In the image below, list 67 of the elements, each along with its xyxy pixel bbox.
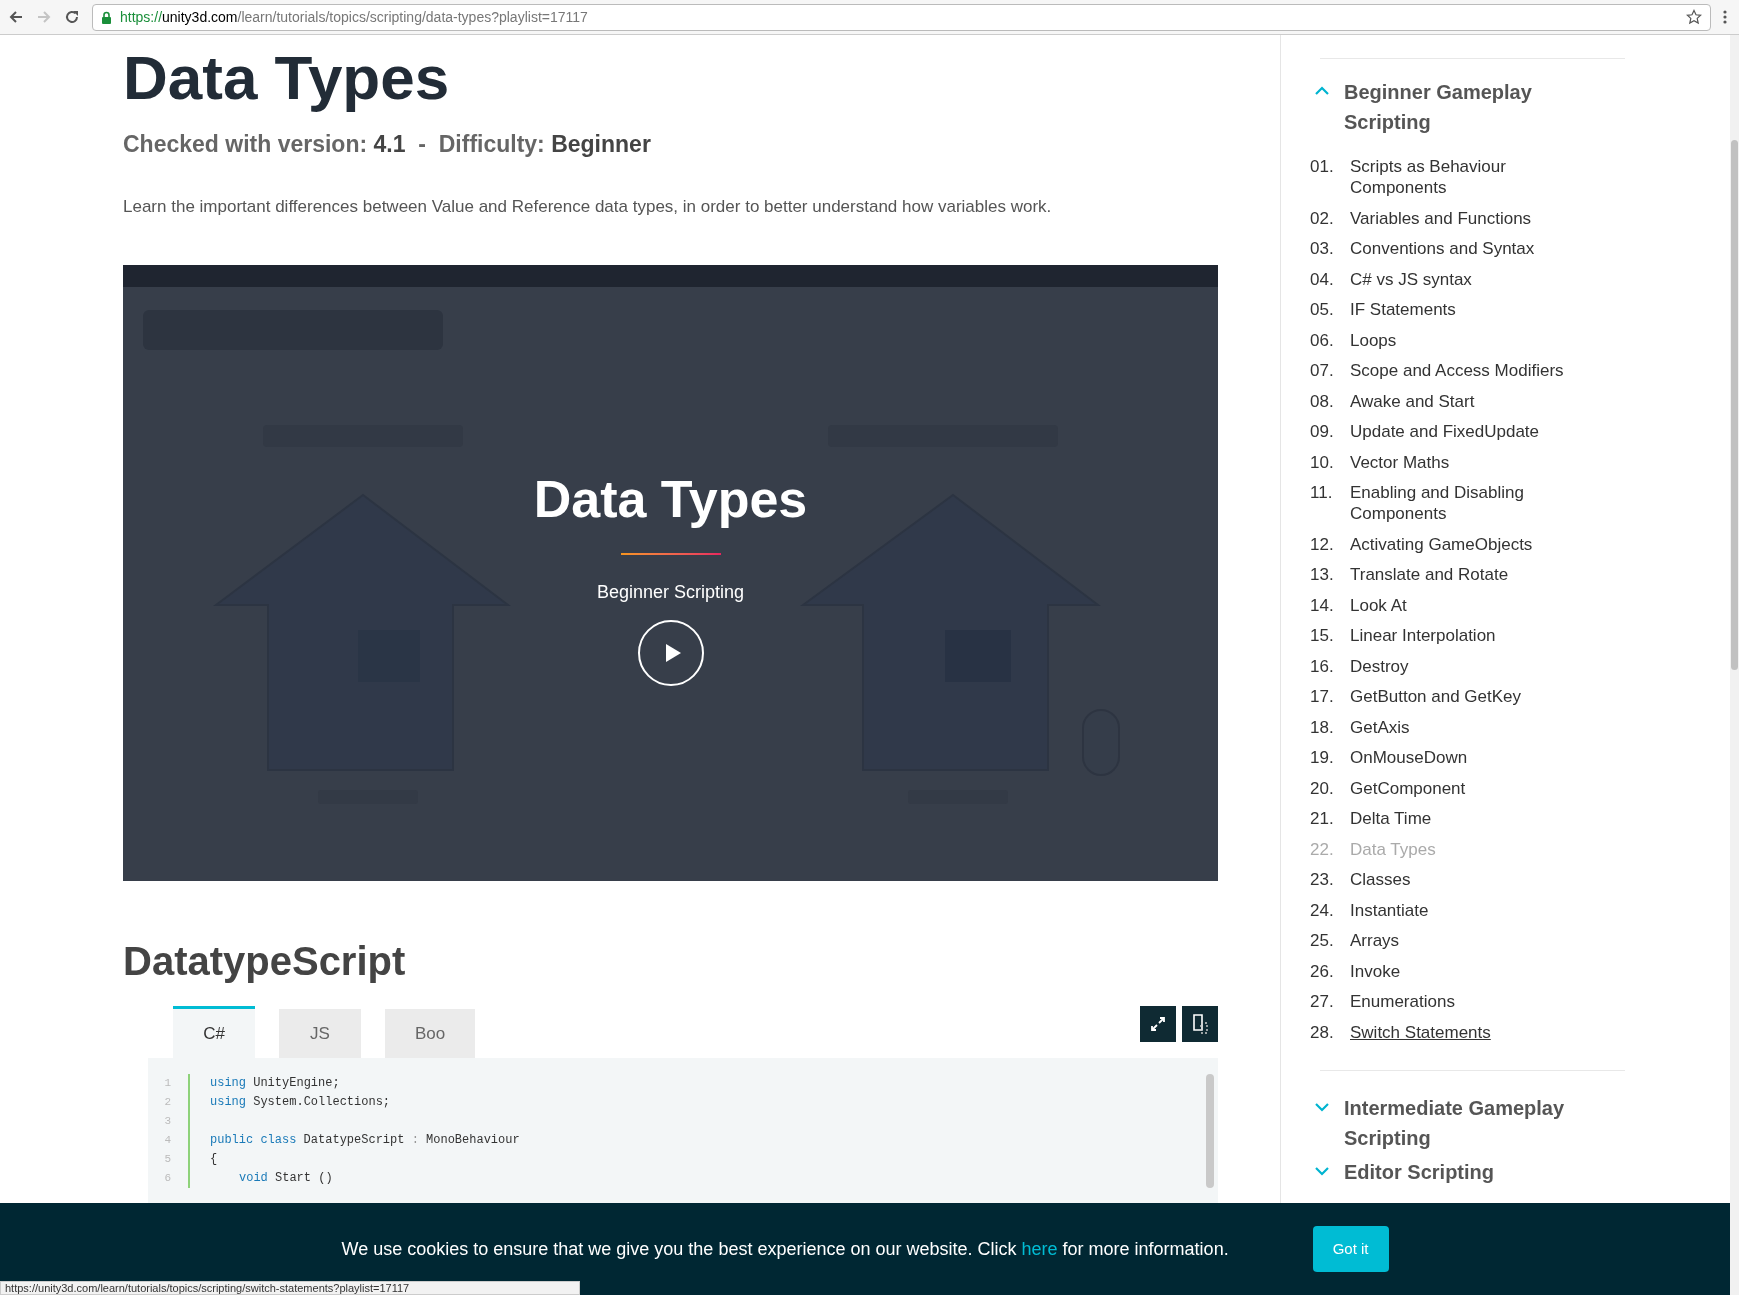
- code-line: {: [210, 1152, 218, 1166]
- lesson-link[interactable]: 20. GetComponent: [1310, 777, 1625, 799]
- reload-icon[interactable]: [64, 9, 80, 25]
- description: Learn the important differences between Value and Reference data types, in order to better understand how variables work.: [123, 195, 1053, 218]
- chevron-down-icon: [1314, 1102, 1330, 1112]
- code-scrollbar[interactable]: [1206, 1074, 1214, 1188]
- lesson-link[interactable]: 07. Scope and Access Modifiers: [1310, 360, 1625, 381]
- play-icon: [663, 643, 682, 663]
- lesson-link[interactable]: 19. OnMouseDown: [1310, 747, 1625, 768]
- lesson-link[interactable]: 16. Destroy: [1310, 655, 1625, 677]
- back-icon[interactable]: [8, 9, 24, 25]
- lock-icon: [101, 10, 112, 24]
- line-number: 5: [163, 1152, 171, 1167]
- lesson-link[interactable]: 28. Switch Statements: [1310, 1021, 1625, 1043]
- video-subtitle: Beginner Scripting: [596, 581, 745, 604]
- language-tab[interactable]: C#: [173, 1006, 255, 1058]
- menu-icon[interactable]: [1723, 9, 1727, 25]
- line-number: 4: [163, 1133, 171, 1148]
- lesson-link[interactable]: 05. IF Statements: [1310, 299, 1625, 320]
- lesson-link[interactable]: 11. Enabling and Disabling Components: [1310, 482, 1625, 524]
- chevron-down-icon: [1314, 1166, 1330, 1176]
- line-number: 3: [163, 1114, 171, 1129]
- section-toggle[interactable]: Intermediate Gameplay Scripting: [1310, 1093, 1589, 1153]
- code-line: void Start (): [238, 1171, 333, 1185]
- line-number: 1: [163, 1076, 171, 1091]
- lesson-link[interactable]: 17. GetButton and GetKey: [1310, 686, 1625, 707]
- address-bar[interactable]: https://unity3d.com/learn/tutorials/topics/scripting/data-types?playlist=17117: [92, 3, 1711, 31]
- lesson-link[interactable]: 08. Awake and Start: [1310, 390, 1625, 412]
- document-icon: [1192, 1014, 1208, 1034]
- lesson-link[interactable]: 10. Vector Maths: [1310, 451, 1625, 473]
- lesson-link[interactable]: 12. Activating GameObjects: [1310, 533, 1625, 555]
- tutorial-meta: Checked with version: 4.1 - Difficulty: Beginner: [123, 130, 652, 159]
- lesson-link[interactable]: 15. Linear Interpolation: [1310, 625, 1625, 646]
- url-text: https://unity3d.com/learn/tutorials/topics/scripting/data-types?playlist=17117: [120, 7, 589, 27]
- lesson-link[interactable]: 25. Arrays: [1310, 930, 1625, 951]
- lesson-link[interactable]: 23. Classes: [1310, 869, 1625, 890]
- cookie-message: We use cookies to ensure that we give you the best experience on our website. Click here for more information.: [341, 1237, 1229, 1261]
- chevron-up-icon: [1314, 86, 1330, 96]
- lesson-link[interactable]: 01. Scripts as Behaviour Components: [1310, 156, 1625, 198]
- play-button[interactable]: [637, 620, 704, 686]
- section-toggle[interactable]: Beginner Gameplay Scripting: [1310, 77, 1589, 137]
- lesson-link[interactable]: 06. Loops: [1310, 329, 1625, 351]
- section-heading: DatatypeScript: [123, 941, 407, 981]
- section-toggle[interactable]: Editor Scripting: [1310, 1157, 1494, 1187]
- lesson-link[interactable]: 02. Variables and Functions: [1310, 207, 1625, 229]
- more-info-link[interactable]: here: [1021, 1238, 1058, 1259]
- lesson-link[interactable]: 14. Look At: [1310, 594, 1625, 616]
- language-tab[interactable]: Boo: [385, 1009, 475, 1058]
- copy-button[interactable]: [1182, 1006, 1218, 1042]
- lesson-link[interactable]: 27. Enumerations: [1310, 991, 1625, 1012]
- lesson-link[interactable]: 03. Conventions and Syntax: [1310, 238, 1625, 259]
- star-icon[interactable]: [1686, 9, 1702, 25]
- language-tab[interactable]: JS: [279, 1009, 361, 1058]
- lesson-link[interactable]: 26. Invoke: [1310, 960, 1625, 982]
- expand-button[interactable]: [1140, 1006, 1176, 1042]
- status-url: https://unity3d.com/learn/tutorials/topics/scripting/switch-statements?playlist=17117: [0, 1281, 580, 1295]
- lesson-link[interactable]: 04. C# vs JS syntax: [1310, 268, 1625, 290]
- scrollbar[interactable]: [1730, 35, 1739, 1295]
- lesson-link[interactable]: 13. Translate and Rotate: [1310, 564, 1625, 585]
- lesson-link[interactable]: 09. Update and FixedUpdate: [1310, 421, 1625, 442]
- code-line: using System.Collections;: [210, 1095, 391, 1109]
- lesson-link[interactable]: 21. Delta Time: [1310, 808, 1625, 829]
- lesson-link[interactable]: 18. GetAxis: [1310, 716, 1625, 738]
- code-line: using UnityEngine;: [210, 1076, 340, 1090]
- code-line: public class DatatypeScript : MonoBehaviour: [210, 1133, 520, 1147]
- expand-icon: [1150, 1016, 1166, 1032]
- lesson-link[interactable]: 24. Instantiate: [1310, 899, 1625, 921]
